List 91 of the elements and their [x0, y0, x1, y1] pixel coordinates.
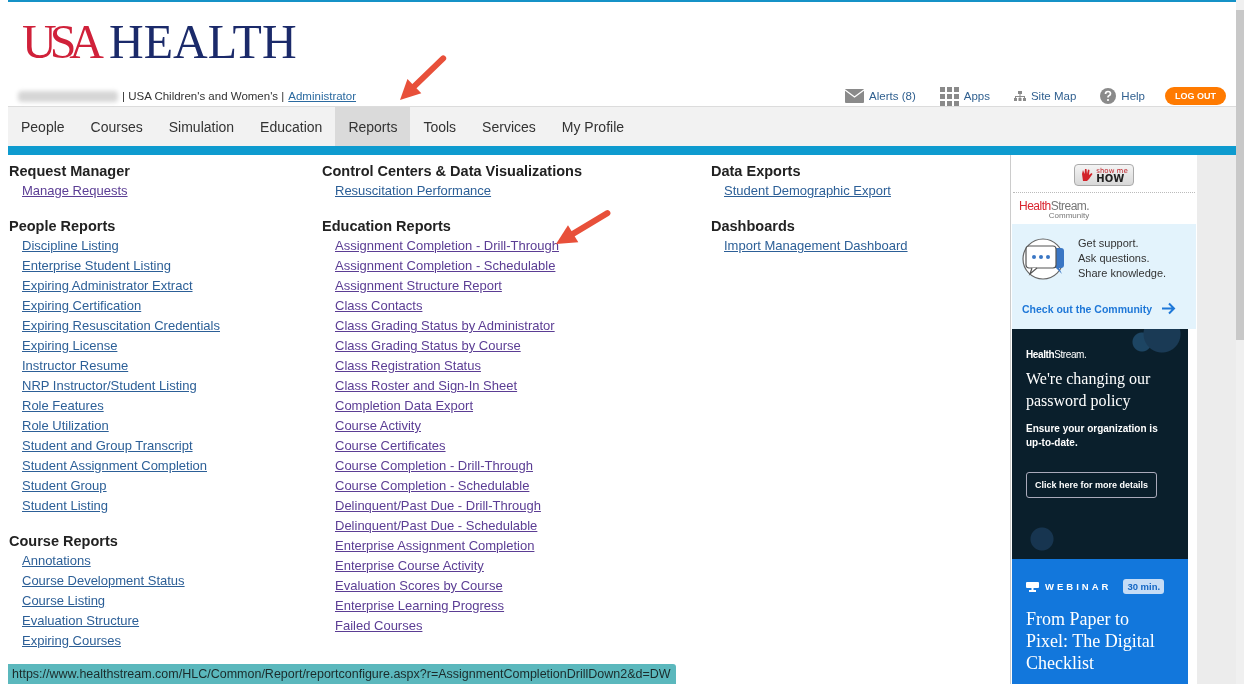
utility-link[interactable]: Site Map	[1013, 90, 1077, 102]
report-link[interactable]: Expiring Resuscitation Credentials	[22, 316, 220, 336]
report-link[interactable]: Completion Data Export	[335, 396, 473, 416]
section-heading: Course Reports	[9, 532, 118, 551]
report-link[interactable]: Assignment Structure Report	[335, 276, 502, 296]
utility-link[interactable]: Apps	[939, 86, 990, 106]
report-link[interactable]: Expiring License	[22, 336, 118, 356]
report-link[interactable]: NRP Instructor/Student Listing	[22, 376, 197, 396]
report-link[interactable]: Role Features	[22, 396, 104, 416]
nav-tab[interactable]: Services	[469, 107, 549, 146]
report-link[interactable]: Manage Requests	[22, 181, 128, 201]
report-link[interactable]: Class Roster and Sign-In Sheet	[335, 376, 518, 396]
promo-text: Share knowledge.	[1078, 266, 1167, 281]
banner-title: We're changing our password policy	[1026, 369, 1152, 412]
webinar-title: From Paper to Pixel: The Digital Checklist	[1026, 608, 1156, 674]
section-heading: Request Manager	[9, 162, 130, 181]
section-heading: Control Centers & Data Visualizations	[322, 162, 582, 181]
report-link[interactable]: Class Grading Status by Course	[335, 336, 521, 356]
report-link[interactable]: Evaluation Scores by Course	[335, 576, 503, 596]
grid-icon	[939, 86, 959, 106]
nav-tab[interactable]: Reports	[335, 107, 411, 146]
section-heading: Dashboards	[711, 217, 795, 236]
link-url-tooltip: https://www.healthstream.com/HLC/Common/Report/reportconfigure.aspx?r=AssignmentCompletionDrillDown2&d=DW	[8, 664, 676, 684]
report-link[interactable]: Course Certificates	[335, 436, 446, 456]
report-link[interactable]: Class Registration Status	[335, 356, 481, 376]
report-link[interactable]: Class Contacts	[335, 296, 423, 316]
report-link[interactable]: Course Completion - Schedulable	[335, 476, 530, 496]
report-link[interactable]: Student Demographic Export	[724, 181, 891, 201]
report-link[interactable]: Discipline Listing	[22, 236, 119, 256]
report-link[interactable]: Delinquent/Past Due - Drill-Through	[335, 496, 541, 516]
report-link[interactable]: Enterprise Course Activity	[335, 556, 484, 576]
duration-badge: 30 min.	[1123, 579, 1165, 594]
report-link[interactable]: Expiring Administrator Extract	[22, 276, 193, 296]
brand-logo: HealthStream.	[1019, 199, 1090, 213]
promo-text: Ask questions.	[1078, 251, 1151, 266]
report-link[interactable]: Resuscitation Performance	[335, 181, 492, 201]
report-link[interactable]: Course Listing	[22, 591, 106, 611]
section-heading: Data Exports	[711, 162, 801, 181]
report-link[interactable]: Enterprise Student Listing	[22, 256, 171, 276]
report-link[interactable]: Class Grading Status by Administrator	[335, 316, 555, 336]
nav-tab[interactable]: People	[8, 107, 78, 146]
logo-mark: USA	[22, 16, 98, 68]
report-link[interactable]: Assignment Completion - Drill-Through	[335, 236, 559, 256]
nav-tab[interactable]: Education	[247, 107, 336, 146]
nav-tab[interactable]: Courses	[77, 107, 156, 146]
logo-wordmark: HEALTH	[109, 16, 297, 68]
arrow-right-icon	[1161, 302, 1176, 315]
hand-icon	[1080, 168, 1095, 182]
sitemap-icon	[1013, 90, 1026, 102]
brand-logo: HealthStream.	[1026, 349, 1087, 360]
banner-text: Ensure your organization is up-to-date.	[1026, 422, 1159, 450]
report-link[interactable]: Course Completion - Drill-Through	[335, 456, 533, 476]
report-link[interactable]: Student Assignment Completion	[22, 456, 207, 476]
annotation-arrow	[400, 55, 447, 100]
utility-link[interactable]: Alerts (8)	[845, 89, 916, 103]
nav-tab[interactable]: Tools	[410, 107, 470, 146]
nav-tab[interactable]: Simulation	[155, 107, 248, 146]
section-heading: People Reports	[9, 217, 116, 236]
button-text: HOW	[1096, 175, 1125, 183]
report-link[interactable]: Delinquent/Past Due - Schedulable	[335, 516, 538, 536]
report-link[interactable]: Expiring Certification	[22, 296, 142, 316]
role-link[interactable]: Administrator	[288, 90, 357, 102]
report-link[interactable]: Evaluation Structure	[22, 611, 140, 631]
report-link[interactable]: Student and Group Transcript	[22, 436, 193, 456]
report-link[interactable]: Annotations	[22, 551, 91, 571]
brand-subtitle: Community	[1048, 211, 1090, 220]
presentation-icon	[1026, 581, 1039, 592]
promo-text: Get support.	[1078, 236, 1140, 251]
scrollbar[interactable]	[1236, 0, 1244, 684]
report-link[interactable]: Import Management Dashboard	[724, 236, 908, 256]
nav-tab[interactable]: My Profile	[548, 107, 638, 146]
report-link[interactable]: Expiring Courses	[22, 631, 121, 651]
report-link[interactable]: Failed Courses	[335, 616, 423, 636]
report-link[interactable]: Enterprise Learning Progress	[335, 596, 505, 616]
report-link[interactable]: Role Utilization	[22, 416, 109, 436]
organization-text: | USA Children's and Women's |	[122, 90, 285, 102]
utility-link[interactable]: Help	[1100, 88, 1145, 104]
community-link[interactable]: Check out the Community	[1022, 302, 1153, 315]
report-link[interactable]: Assignment Completion - Schedulable	[335, 256, 556, 276]
help-icon	[1100, 88, 1117, 104]
report-link[interactable]: Student Listing	[22, 496, 108, 516]
report-link[interactable]: Student Group	[22, 476, 107, 496]
report-link[interactable]: Instructor Resume	[22, 356, 129, 376]
section-heading: Education Reports	[322, 217, 451, 236]
annotation-arrow	[556, 210, 611, 244]
report-link[interactable]: Course Activity	[335, 416, 421, 436]
details-button[interactable]: Click here for more details	[1026, 472, 1158, 498]
envelope-icon	[845, 89, 865, 103]
report-link[interactable]: Course Development Status	[22, 571, 185, 591]
webinar-label: WEBINAR	[1045, 581, 1112, 592]
report-link[interactable]: Enterprise Assignment Completion	[335, 536, 535, 556]
